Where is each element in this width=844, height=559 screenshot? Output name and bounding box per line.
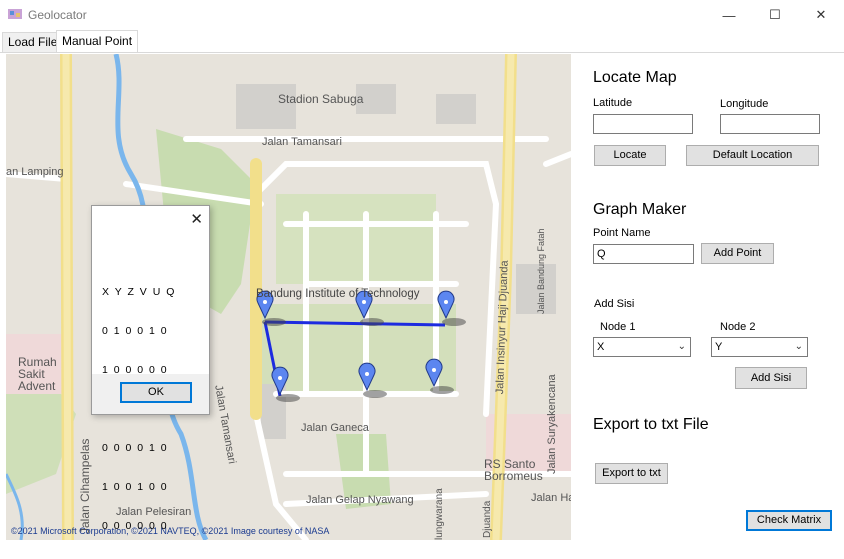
map-label-suryakencana: Jalan Suryakencana xyxy=(546,374,558,474)
tab-manual-point[interactable]: Manual Point xyxy=(56,30,139,52)
map-label-rumah-sakit: Rumah Sakit Advent xyxy=(18,355,57,393)
add-sisi-label: Add Sisi xyxy=(594,298,635,310)
minimize-icon: — xyxy=(722,7,736,23)
close-icon[interactable]: ✕ xyxy=(190,210,203,228)
longitude-input[interactable] xyxy=(720,114,820,134)
tab-strip: Load File Manual Point xyxy=(0,30,844,53)
latitude-input[interactable] xyxy=(593,114,693,134)
map-label-ganeca: Jalan Ganeca xyxy=(301,422,369,434)
locate-button[interactable]: Locate xyxy=(594,145,666,166)
ok-button[interactable]: OK xyxy=(120,382,192,403)
map-label-cihampelas: Jalan Cihampelas xyxy=(78,438,92,534)
node1-select[interactable]: X ⌄ xyxy=(593,337,691,357)
longitude-label: Longitude xyxy=(720,98,769,110)
point-name-label: Point Name xyxy=(593,227,651,239)
node2-label: Node 2 xyxy=(720,321,756,333)
add-point-button[interactable]: Add Point xyxy=(701,243,774,264)
map-label-itb: Bandung Institute of Technology xyxy=(256,288,420,300)
add-sisi-button[interactable]: Add Sisi xyxy=(735,367,807,389)
matrix-row: X Y Z V U Q xyxy=(102,286,176,298)
matrix-row: 1 0 0 1 0 0 xyxy=(102,481,169,493)
tab-load-file[interactable]: Load File xyxy=(2,32,64,52)
map-label-rs-santo: RS Santo Borromeus xyxy=(484,457,543,483)
minimize-button[interactable]: — xyxy=(706,0,752,30)
default-location-button[interactable]: Default Location xyxy=(686,145,819,166)
map-label-lamping: an Lamping xyxy=(6,166,64,178)
export-txt-button[interactable]: Export to txt xyxy=(595,463,668,484)
dialog-footer: OK xyxy=(92,374,209,414)
graph-maker-heading: Graph Maker xyxy=(593,201,687,218)
maximize-button[interactable]: ☐ xyxy=(752,0,798,30)
map-app-icon xyxy=(8,9,22,19)
map-label-banda: Jalan Bandung Fatah xyxy=(536,228,546,314)
maximize-icon: ☐ xyxy=(769,7,781,22)
map-label-djuanda-b: Djuanda xyxy=(482,500,493,538)
matrix-row: 0 1 0 0 1 0 xyxy=(102,325,169,337)
node1-label: Node 1 xyxy=(600,321,636,333)
node2-select[interactable]: Y ⌄ xyxy=(711,337,808,357)
window-title: Geolocator xyxy=(28,8,87,22)
chevron-down-icon: ⌄ xyxy=(677,341,686,352)
chevron-down-icon: ⌄ xyxy=(794,341,803,352)
map-label-gelap-nyawang: Jalan Gelap Nyawang xyxy=(306,494,414,506)
matrix-row: 0 0 0 0 1 0 xyxy=(102,442,169,454)
point-name-input[interactable]: Q xyxy=(593,244,694,264)
matrix-row: 0 0 0 0 0 0 xyxy=(102,520,169,532)
close-icon: ✕ xyxy=(815,7,827,22)
node2-value: Y xyxy=(715,341,723,353)
map-label-stadion: Stadion Sabuga xyxy=(278,92,364,106)
locate-map-heading: Locate Map xyxy=(593,69,677,86)
check-matrix-button[interactable]: Check Matrix xyxy=(746,510,832,531)
close-button[interactable]: ✕ xyxy=(798,0,844,30)
node1-value: X xyxy=(597,341,605,353)
title-bar: Geolocator — ☐ ✕ xyxy=(0,0,844,30)
map-label-hasanu: Jalan Hasanu xyxy=(531,492,571,504)
latitude-label: Latitude xyxy=(593,97,633,109)
map-label-tamansari: Jalan Tamansari xyxy=(262,136,342,148)
map-label-dungwarana: lungwarana xyxy=(434,488,445,540)
matrix-dialog: ✕ X Y Z V U Q 0 1 0 0 1 0 1 0 0 0 0 0 0 … xyxy=(91,205,210,532)
export-heading: Export to txt File xyxy=(593,416,709,433)
